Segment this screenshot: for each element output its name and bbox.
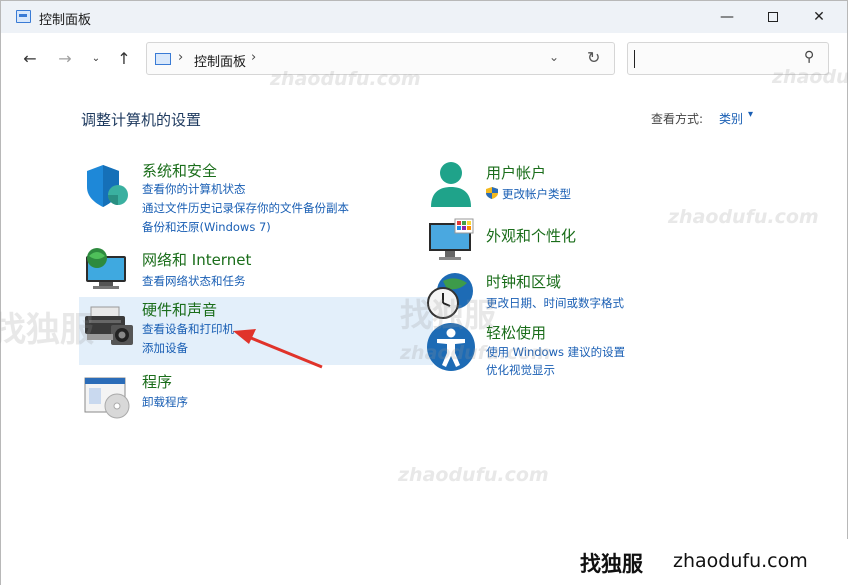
link-uninstall-program[interactable]: 卸载程序: [142, 394, 188, 410]
close-button[interactable]: ✕: [796, 1, 842, 33]
brand-watermark: 找独服 zhaodufu.com: [562, 539, 848, 585]
brand-name-cn: 找独服: [580, 552, 643, 576]
link-change-account-type[interactable]: 更改帐户类型: [502, 186, 571, 202]
breadcrumb-control-panel[interactable]: 控制面板: [194, 51, 246, 70]
up-button[interactable]: ↑: [111, 45, 137, 71]
link-optimize-visual-display[interactable]: 优化视觉显示: [486, 362, 555, 378]
control-panel-icon: [155, 53, 171, 65]
title-bar: 控制面板 — ✕: [1, 1, 847, 33]
page-title: 调整计算机的设置: [81, 111, 202, 129]
link-devices-printers[interactable]: 查看设备和打印机: [142, 321, 234, 337]
shield-icon[interactable]: [83, 161, 135, 213]
watermark: zhaodufu.com: [772, 66, 848, 88]
maximize-button[interactable]: [750, 1, 796, 33]
watermark: zhaodufu.com: [398, 464, 549, 486]
category-user-accounts[interactable]: 用户帐户: [486, 162, 546, 183]
link-add-device[interactable]: 添加设备: [142, 340, 188, 356]
view-by-dropdown[interactable]: 类别: [719, 110, 743, 127]
address-dropdown-button[interactable]: ⌄: [549, 50, 559, 64]
breadcrumb-separator[interactable]: ›: [251, 50, 256, 65]
watermark: zhaodufu.com: [668, 206, 819, 228]
link-file-history[interactable]: 通过文件历史记录保存你的文件备份副本: [142, 200, 349, 216]
forward-button[interactable]: →: [52, 45, 78, 71]
chevron-down-icon[interactable]: ▾: [748, 109, 753, 120]
category-network-internet[interactable]: 网络和 Internet: [142, 249, 251, 270]
uac-shield-icon: [485, 185, 499, 199]
watermark: zhaodufu.com: [400, 342, 551, 364]
link-network-status[interactable]: 查看网络状态和任务: [142, 273, 246, 289]
minimize-button[interactable]: —: [704, 1, 750, 33]
refresh-button[interactable]: ↻: [587, 48, 600, 67]
back-button[interactable]: ←: [17, 45, 43, 71]
category-system-security[interactable]: 系统和安全: [142, 160, 217, 181]
category-hardware-sound[interactable]: 硬件和声音: [142, 299, 217, 320]
search-icon[interactable]: ⚲: [804, 49, 814, 65]
navigation-bar: ← → ⌄ ↑ › 控制面板 › ⌄ ↻ ⚲: [1, 33, 847, 85]
window-title: 控制面板: [39, 13, 92, 28]
view-by-label: 查看方式:: [651, 112, 704, 126]
breadcrumb-separator[interactable]: ›: [178, 50, 183, 65]
category-programs[interactable]: 程序: [142, 371, 172, 392]
user-icon[interactable]: [427, 159, 479, 211]
link-view-computer-status[interactable]: 查看你的计算机状态: [142, 181, 246, 197]
display-icon[interactable]: [427, 217, 479, 269]
watermark: 找独服: [400, 296, 497, 334]
watermark: zhaodufu.com: [270, 68, 421, 90]
link-change-date-time-format[interactable]: 更改日期、时间或数字格式: [486, 295, 624, 311]
control-panel-icon: [16, 10, 31, 23]
category-appearance-personalization[interactable]: 外观和个性化: [486, 225, 576, 246]
link-backup-restore[interactable]: 备份和还原(Windows 7): [142, 219, 271, 235]
programs-icon[interactable]: [83, 374, 135, 426]
maximize-icon: [768, 12, 778, 22]
watermark: 找独服: [0, 310, 94, 350]
text-caret: [634, 50, 635, 68]
brand-domain: zhaodufu.com: [673, 550, 808, 572]
recent-locations-button[interactable]: ⌄: [83, 45, 109, 71]
network-icon[interactable]: [83, 246, 135, 298]
category-clock-region[interactable]: 时钟和区域: [486, 271, 561, 292]
